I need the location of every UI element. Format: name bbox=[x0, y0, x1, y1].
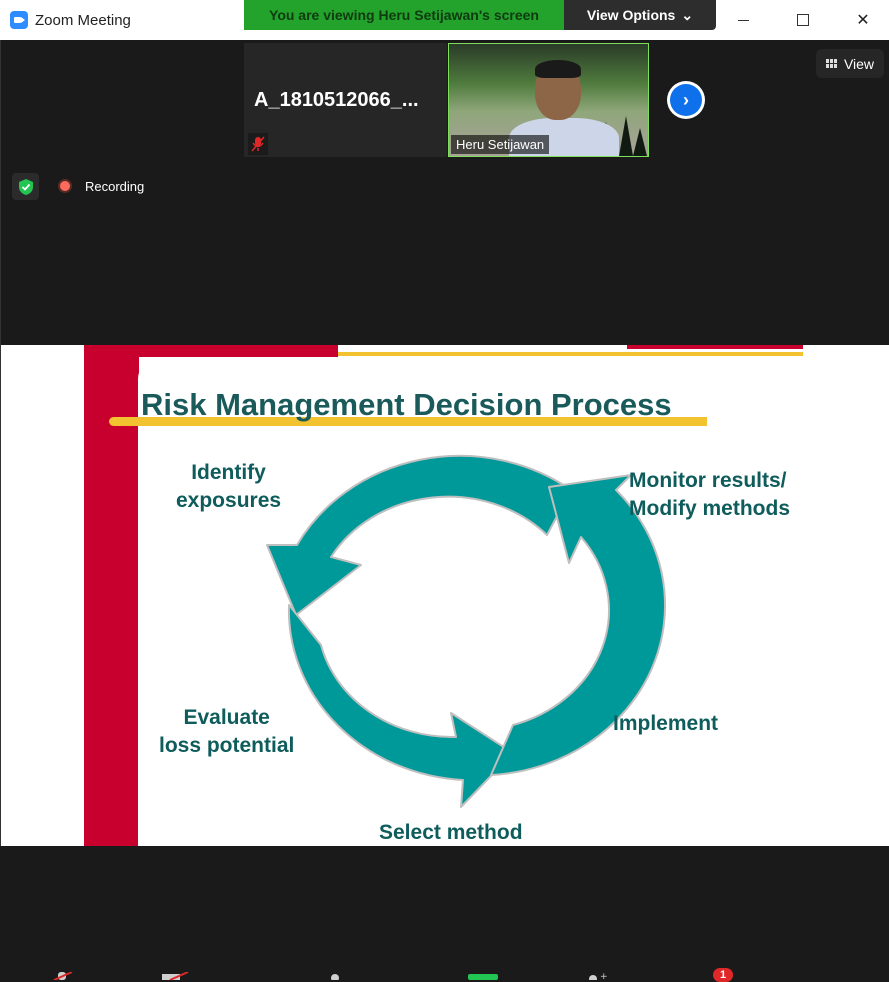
shared-screen-slide: Risk Management Decision Process Identif… bbox=[1, 345, 889, 846]
label-evaluate-loss: Evaluate loss potential bbox=[159, 706, 295, 757]
maximize-icon bbox=[797, 14, 809, 26]
view-options-button[interactable]: View Options ⌄ bbox=[564, 0, 716, 30]
view-layout-button[interactable]: View bbox=[816, 49, 884, 78]
label-monitor-results: Monitor results/ Modify methods bbox=[629, 469, 790, 520]
screen-share-banner: You are viewing Heru Setijawan's screen bbox=[244, 0, 564, 30]
grid-icon bbox=[825, 58, 838, 69]
participant-tile-name-only[interactable]: A_1810512066_... bbox=[244, 43, 447, 157]
participant-video-tile[interactable]: Heru Setijawan bbox=[448, 43, 649, 157]
maximize-button[interactable] bbox=[780, 0, 826, 40]
microphone-muted-icon bbox=[248, 133, 268, 155]
label-implement: Implement bbox=[613, 712, 719, 735]
cycle-arrow-bottom-left bbox=[287, 604, 514, 808]
view-button-label: View bbox=[843, 55, 875, 72]
minimize-button[interactable] bbox=[720, 0, 766, 40]
tree-shape bbox=[633, 128, 647, 156]
meeting-toolbar bbox=[0, 846, 889, 979]
slide-red-top-right bbox=[627, 345, 803, 349]
close-icon: ✕ bbox=[856, 12, 870, 29]
chevron-down-icon: ⌄ bbox=[681, 6, 694, 23]
view-options-label: View Options bbox=[586, 7, 676, 23]
participant-video-name: Heru Setijawan bbox=[451, 135, 550, 154]
participant-name: A_1810512066_... bbox=[254, 89, 419, 111]
tree-shape bbox=[619, 116, 633, 156]
security-shield-icon[interactable] bbox=[12, 173, 39, 200]
chevron-right-icon: › bbox=[670, 84, 702, 116]
next-participants-button[interactable]: › bbox=[667, 81, 705, 119]
notification-badge: 1 bbox=[713, 968, 733, 982]
close-button[interactable]: ✕ bbox=[840, 0, 886, 40]
share-banner-text: You are viewing Heru Setijawan's screen bbox=[269, 7, 539, 23]
zoom-app-icon bbox=[10, 11, 28, 29]
slide-red-top bbox=[84, 345, 338, 357]
window-title: Zoom Meeting bbox=[35, 12, 131, 29]
cycle-arrow-top bbox=[266, 454, 572, 616]
recording-label: Recording bbox=[85, 179, 145, 194]
slide-gold-line bbox=[338, 352, 803, 356]
label-identify-exposures: Identify exposures bbox=[176, 461, 282, 512]
label-select-method: Select method bbox=[379, 821, 523, 844]
cycle-arrows-diagram bbox=[266, 454, 667, 808]
minimize-icon bbox=[737, 19, 749, 21]
recording-icon bbox=[58, 179, 72, 193]
slide-title: Risk Management Decision Process bbox=[141, 387, 672, 422]
person-hair bbox=[535, 60, 581, 78]
